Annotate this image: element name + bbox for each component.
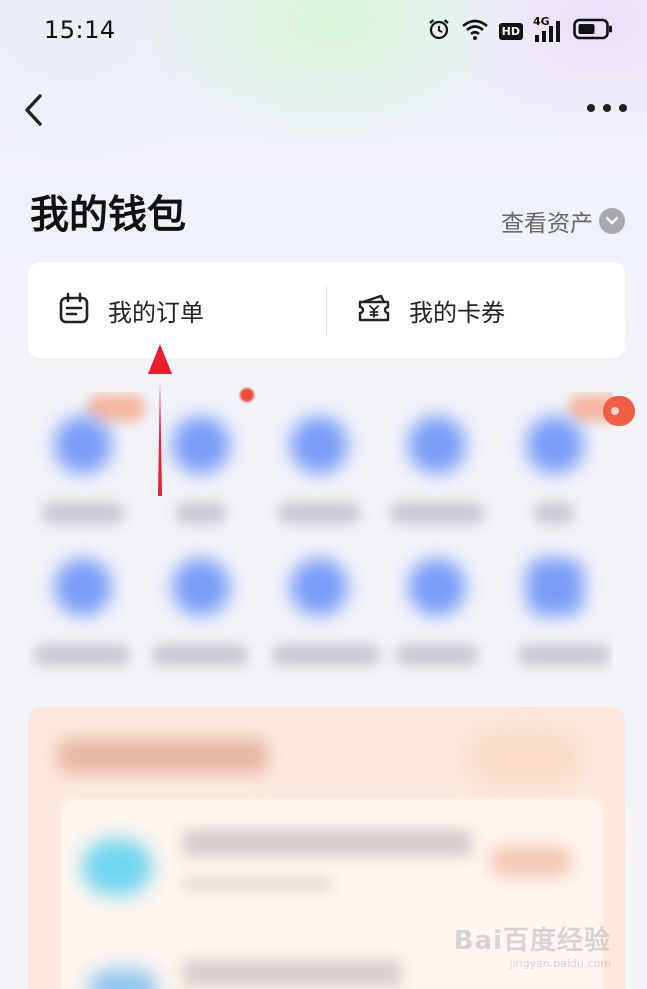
order-calendar-icon	[58, 292, 90, 328]
service-label-placeholder	[34, 644, 130, 666]
service-label-placeholder	[272, 644, 380, 666]
my-orders-label: 我的订单	[108, 298, 204, 327]
notification-badge	[603, 396, 635, 426]
cellular-4g-icon: 4G	[533, 15, 563, 43]
service-grid	[28, 392, 613, 682]
chevron-left-icon	[25, 94, 42, 126]
watermark-subtext: jingyan.baidu.com	[509, 957, 611, 970]
grid-item[interactable]	[146, 544, 256, 674]
hd-icon: HD	[498, 22, 523, 40]
quick-entry-card: 我的订单 我的卡券	[28, 262, 625, 358]
notification-dot	[240, 388, 254, 402]
service-label-placeholder	[42, 502, 124, 524]
service-icon	[54, 416, 112, 474]
wifi-icon	[461, 17, 489, 45]
annotation-arrow-icon	[148, 344, 172, 496]
status-bar: 15:14 HD 4G	[0, 0, 647, 60]
promo-item-icon	[82, 839, 152, 895]
chevron-down-icon	[599, 208, 625, 234]
promo-decoration	[465, 727, 585, 787]
service-icon	[408, 558, 466, 616]
my-coupons-label: 我的卡券	[409, 298, 505, 327]
grid-item[interactable]	[264, 402, 374, 532]
watermark-text: Bai百度经验	[453, 926, 611, 956]
promo-item-title-placeholder	[182, 959, 402, 987]
service-icon	[526, 416, 584, 474]
service-label-placeholder	[534, 502, 574, 524]
top-nav-bar	[0, 80, 647, 140]
grid-item[interactable]	[28, 402, 138, 532]
promo-title-placeholder	[58, 739, 268, 773]
ticket-icon	[357, 292, 391, 328]
service-icon	[408, 416, 466, 474]
grid-item[interactable]	[28, 544, 138, 674]
view-assets-button[interactable]: 查看资产	[501, 204, 625, 238]
back-button[interactable]	[18, 90, 54, 130]
promo-item-icon	[88, 969, 158, 989]
service-label-placeholder	[396, 644, 478, 666]
view-assets-label: 查看资产	[501, 211, 593, 237]
more-button[interactable]	[585, 96, 629, 120]
service-icon	[54, 558, 112, 616]
more-dots-icon	[587, 104, 627, 112]
promo-item-subtitle-placeholder	[182, 875, 332, 893]
service-icon	[172, 416, 230, 474]
grid-item[interactable]	[500, 544, 610, 674]
watermark: Bai百度经验 jingyan.baidu.com	[454, 920, 611, 970]
status-icons: HD 4G	[427, 15, 613, 46]
my-coupons-button[interactable]: 我的卡券	[327, 262, 625, 358]
service-icon	[290, 558, 348, 616]
service-icon	[172, 558, 230, 616]
service-label-placeholder	[176, 502, 226, 524]
grid-item[interactable]	[264, 544, 380, 674]
grid-item[interactable]	[500, 402, 610, 532]
service-label-placeholder	[278, 502, 360, 524]
status-time: 15:14	[44, 16, 116, 44]
grid-item[interactable]	[382, 402, 492, 532]
promo-item-button[interactable]	[489, 845, 573, 877]
service-icon	[526, 558, 584, 616]
promo-item-title-placeholder	[182, 829, 472, 857]
battery-icon	[573, 17, 613, 45]
page-title: 我的钱包	[30, 193, 187, 238]
grid-item[interactable]	[382, 544, 492, 674]
alarm-icon	[427, 17, 451, 45]
service-label-placeholder	[518, 644, 610, 666]
service-label-placeholder	[152, 644, 248, 666]
service-label-placeholder	[390, 502, 484, 524]
service-icon	[290, 416, 348, 474]
